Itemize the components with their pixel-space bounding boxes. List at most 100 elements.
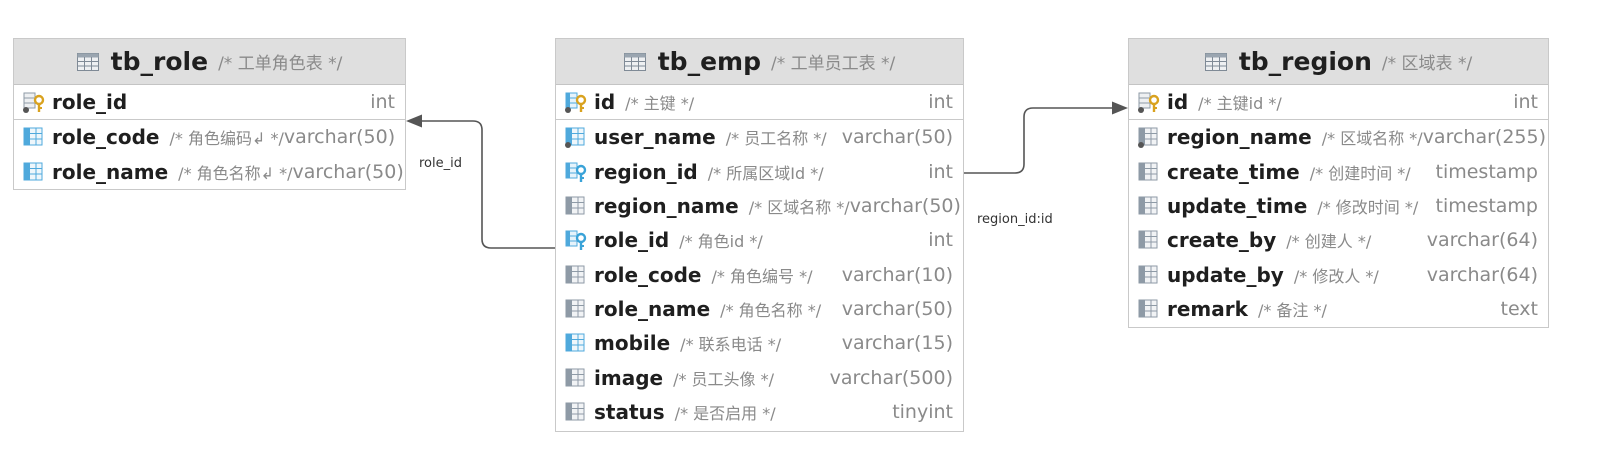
- column-name: role_code: [52, 125, 160, 150]
- column-name: role_name: [52, 159, 169, 184]
- table-header: tb_emp /* 工单员工表 */: [556, 39, 963, 85]
- column-comment: /* 是否启用 */: [674, 403, 776, 423]
- column-name: update_time: [1167, 194, 1308, 219]
- column-name: role_id: [52, 90, 128, 115]
- column-row-image[interactable]: image /* 员工头像 */ varchar(500): [556, 360, 963, 394]
- column-row-role_code[interactable]: role_code /* 角色编号 */ varchar(10): [556, 257, 963, 291]
- column-name: image: [594, 365, 664, 390]
- column-icon: [22, 160, 46, 184]
- column-name: update_by: [1167, 262, 1284, 287]
- column-comment: /* 角色编码↲ */: [169, 129, 284, 149]
- column-name: role_id: [594, 228, 670, 253]
- column-comment: /* 角色名称↲ */: [178, 163, 293, 183]
- column-row-update_time[interactable]: update_time /* 修改时间 */ timestamp: [1129, 189, 1548, 223]
- column-icon: [564, 400, 588, 424]
- column-comment: /* 所属区域Id */: [707, 163, 824, 183]
- table-name: tb_region: [1238, 47, 1372, 76]
- table-icon: [76, 52, 99, 71]
- column-comment: /* 修改时间 */: [1317, 198, 1419, 218]
- table-name: tb_emp: [657, 47, 761, 76]
- column-type: text: [1500, 297, 1539, 320]
- column-icon: [1137, 297, 1161, 321]
- column-type: varchar(64): [1426, 263, 1538, 286]
- column-comment: /* 区域名称 */: [1321, 129, 1423, 149]
- table-tb_region[interactable]: tb_region /* 区域表 */ id /* 主键id */ int re…: [1128, 38, 1549, 328]
- column-type: timestamp: [1435, 195, 1539, 218]
- column-row-create_time[interactable]: create_time /* 创建时间 */ timestamp: [1129, 155, 1548, 189]
- relation-line-role_id: [422, 120, 555, 249]
- column-name: role_name: [594, 296, 711, 321]
- column-row-role_name[interactable]: role_name /* 角色名称 */ varchar(50): [556, 292, 963, 326]
- column-comment: /* 备注 */: [1257, 300, 1327, 320]
- column-name: remark: [1167, 296, 1248, 321]
- table-header: tb_role /* 工单角色表 */: [14, 39, 405, 85]
- primary-key-icon: [22, 90, 46, 114]
- column-name: user_name: [594, 125, 716, 150]
- column-name: create_by: [1167, 228, 1277, 253]
- column-comment: /* 角色编号 */: [711, 266, 813, 286]
- column-row-role_id[interactable]: role_id int: [14, 85, 405, 119]
- table-icon: [623, 52, 646, 71]
- column-row-region_name[interactable]: region_name /* 区域名称 */ varchar(50): [556, 189, 963, 223]
- column-icon: [564, 263, 588, 287]
- column-comment: /* 角色id */: [679, 232, 763, 252]
- primary-key-section: id /* 主键 */ int: [556, 85, 963, 121]
- relation-line-region_id: [964, 107, 1112, 174]
- column-icon: [564, 125, 588, 149]
- column-icon: [1137, 160, 1161, 184]
- primary-key-section: role_id int: [14, 85, 405, 121]
- column-name: mobile: [594, 331, 671, 356]
- column-comment: /* 区域名称 */: [748, 198, 850, 218]
- column-type: varchar(50): [283, 126, 396, 149]
- primary-key-section: id /* 主键id */ int: [1129, 85, 1548, 121]
- column-comment: /* 创建人 */: [1286, 232, 1372, 252]
- column-row-role_id[interactable]: role_id /* 角色id */ int: [556, 223, 963, 257]
- column-type: varchar(64): [1426, 229, 1538, 252]
- column-type: int: [1513, 91, 1538, 114]
- column-name: id: [594, 90, 616, 115]
- column-type: varchar(15): [841, 332, 953, 355]
- column-type: tinyint: [892, 400, 953, 423]
- column-row-region_name[interactable]: region_name /* 区域名称 */ varchar(255): [1129, 120, 1548, 154]
- column-type: timestamp: [1435, 160, 1539, 183]
- column-type: varchar(50): [849, 195, 961, 218]
- column-type: varchar(10): [841, 263, 953, 286]
- column-row-mobile[interactable]: mobile /* 联系电话 */ varchar(15): [556, 326, 963, 360]
- column-type: varchar(50): [841, 126, 953, 149]
- column-row-id[interactable]: id /* 主键 */ int: [556, 85, 963, 119]
- relation-label-role_id: role_id: [419, 156, 462, 171]
- column-name: role_code: [594, 262, 702, 287]
- column-row-region_id[interactable]: region_id /* 所属区域Id */ int: [556, 155, 963, 189]
- column-icon: [564, 331, 588, 355]
- column-icon: [1137, 125, 1161, 149]
- column-comment: /* 员工头像 */: [673, 369, 775, 389]
- column-row-id[interactable]: id /* 主键id */ int: [1129, 85, 1548, 119]
- column-icon: [1137, 194, 1161, 218]
- foreign-key-icon: [564, 160, 588, 184]
- table-header: tb_region /* 区域表 */: [1129, 39, 1548, 85]
- table-tb_emp[interactable]: tb_emp /* 工单员工表 */ id /* 主键 */ int user_…: [555, 38, 964, 432]
- relation-label-region_id: region_id:id: [977, 212, 1053, 227]
- column-type: int: [928, 229, 953, 252]
- column-row-update_by[interactable]: update_by /* 修改人 */ varchar(64): [1129, 257, 1548, 291]
- column-name: region_name: [1167, 125, 1312, 150]
- table-icon: [1204, 52, 1227, 71]
- column-row-create_by[interactable]: create_by /* 创建人 */ varchar(64): [1129, 223, 1548, 257]
- column-row-remark[interactable]: remark /* 备注 */ text: [1129, 292, 1548, 326]
- column-type: varchar(255): [1422, 126, 1547, 149]
- column-row-user_name[interactable]: user_name /* 员工名称 */ varchar(50): [556, 120, 963, 154]
- column-type: varchar(500): [829, 366, 953, 389]
- table-name: tb_role: [110, 47, 209, 76]
- column-name: region_id: [594, 159, 698, 184]
- arrowhead-icon: [1112, 101, 1128, 115]
- column-row-status[interactable]: status /* 是否启用 */ tinyint: [556, 395, 963, 429]
- foreign-key-icon: [564, 228, 588, 252]
- column-comment: /* 联系电话 */: [680, 335, 782, 355]
- column-row-role_name[interactable]: role_name /* 角色名称↲ */ varchar(50): [14, 155, 405, 189]
- column-row-role_code[interactable]: role_code /* 角色编码↲ */ varchar(50): [14, 120, 405, 154]
- table-tb_role[interactable]: tb_role /* 工单角色表 */ role_id int role_cod…: [13, 38, 406, 190]
- table-comment: /* 工单员工表 */: [770, 54, 896, 74]
- arrowhead-icon: [406, 114, 422, 128]
- column-name: status: [594, 399, 665, 424]
- column-comment: /* 创建时间 */: [1309, 163, 1411, 183]
